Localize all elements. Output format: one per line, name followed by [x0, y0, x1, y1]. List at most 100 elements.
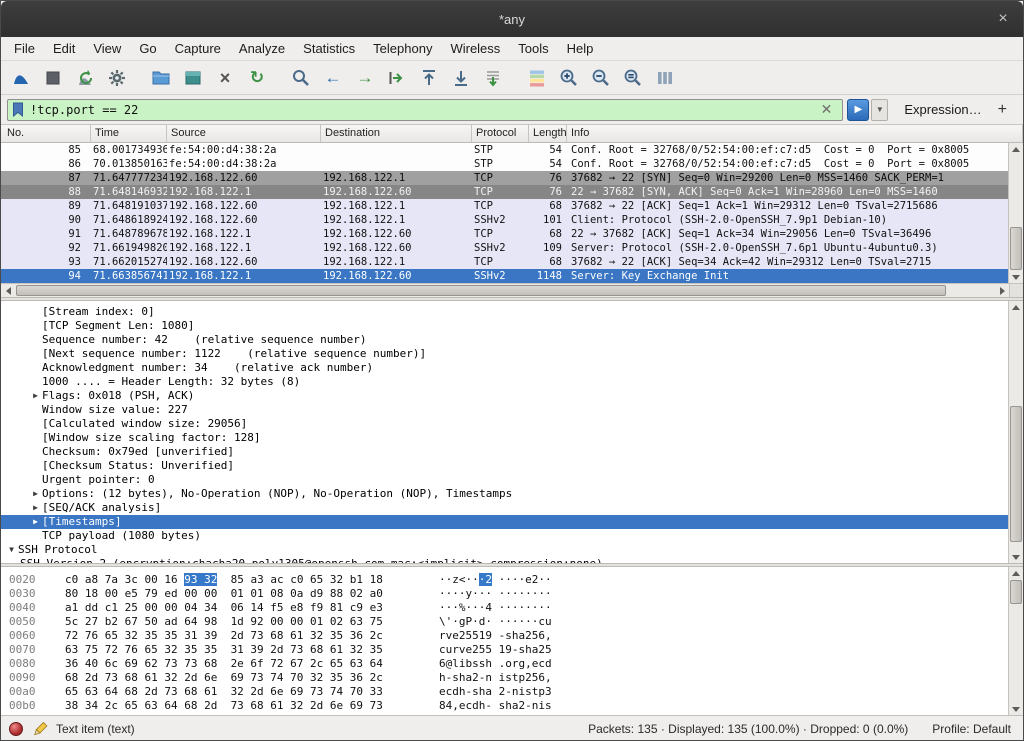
menu-item[interactable]: Help — [558, 38, 603, 59]
expander-icon[interactable] — [29, 403, 42, 417]
close-file-button[interactable]: × — [210, 64, 240, 92]
details-scroll-thumb[interactable] — [1010, 406, 1022, 542]
capture-options-button[interactable] — [102, 64, 132, 92]
profile-button[interactable]: Profile: Default — [932, 722, 1011, 736]
go-last-button[interactable] — [446, 64, 476, 92]
detail-line[interactable]: [TCP Segment Len: 1080] — [1, 319, 1010, 333]
column-header-destination[interactable]: Destination — [321, 125, 472, 142]
menu-item[interactable]: Tools — [509, 38, 557, 59]
hex-row[interactable]: 0080 36 40 6c 69 62 73 73 68 2e 6f 72 67… — [1, 657, 1010, 671]
expander-icon[interactable] — [29, 361, 42, 375]
save-file-button[interactable] — [178, 64, 208, 92]
scroll-down-icon[interactable] — [1009, 703, 1023, 715]
titlebar[interactable]: *any × — [1, 1, 1023, 37]
detail-line[interactable]: ▶ [Timestamps] — [1, 515, 1010, 529]
scroll-down-icon[interactable] — [1009, 551, 1023, 563]
packet-list-hscrollbar[interactable] — [1, 283, 1023, 297]
detail-line[interactable]: [Next sequence number: 1122 (relative se… — [1, 347, 1010, 361]
column-header-info[interactable]: Info — [567, 125, 1023, 142]
detail-line[interactable]: [Stream index: 0] — [1, 305, 1010, 319]
packet-row[interactable]: 93 71.662015274 192.168.122.60 192.168.1… — [1, 255, 1010, 269]
packet-row[interactable]: 94 71.663856741 192.168.122.1 192.168.12… — [1, 269, 1010, 283]
detail-line[interactable]: ▶ Flags: 0x018 (PSH, ACK) — [1, 389, 1010, 403]
scroll-right-icon[interactable] — [995, 284, 1009, 297]
resize-columns-button[interactable] — [650, 64, 680, 92]
hex-scrollbar[interactable] — [1008, 567, 1023, 715]
scroll-up-icon[interactable] — [1009, 567, 1023, 579]
menu-item[interactable]: File — [5, 38, 44, 59]
menu-item[interactable]: Analyze — [230, 38, 294, 59]
add-filter-button[interactable]: + — [996, 101, 1017, 119]
hex-row[interactable]: 0090 68 2d 73 68 61 32 2d 6e 69 73 74 70… — [1, 671, 1010, 685]
scroll-down-icon[interactable] — [1009, 271, 1023, 283]
expander-icon[interactable]: ▶ — [29, 487, 42, 501]
detail-line[interactable]: [Calculated window size: 29056] — [1, 417, 1010, 431]
packet-row[interactable]: 87 71.647777234 192.168.122.60 192.168.1… — [1, 171, 1010, 185]
detail-line[interactable]: [Checksum Status: Unverified] — [1, 459, 1010, 473]
scroll-up-icon[interactable] — [1009, 143, 1023, 155]
open-file-button[interactable] — [146, 64, 176, 92]
zoom-out-button[interactable] — [586, 64, 616, 92]
expander-icon[interactable] — [29, 431, 42, 445]
menu-item[interactable]: Go — [130, 38, 165, 59]
expander-icon[interactable] — [29, 417, 42, 431]
packet-row[interactable]: 92 71.661949820 192.168.122.1 192.168.12… — [1, 241, 1010, 255]
find-packet-button[interactable] — [286, 64, 316, 92]
menu-item[interactable]: Wireless — [441, 38, 509, 59]
column-header-source[interactable]: Source — [167, 125, 321, 142]
expander-icon[interactable]: ▶ — [29, 501, 42, 515]
packet-row[interactable]: 85 68.001734936 fe:54:00:d4:38:2a STP 54… — [1, 143, 1010, 157]
packet-list-scrollbar[interactable] — [1008, 143, 1023, 283]
expander-icon[interactable]: ▶ — [29, 515, 42, 529]
hex-row[interactable]: 0050 5c 27 b2 67 50 ad 64 98 1d 92 00 00… — [1, 615, 1010, 629]
scroll-up-icon[interactable] — [1009, 301, 1023, 313]
hex-row[interactable]: 0070 63 75 72 76 65 32 35 35 31 39 2d 73… — [1, 643, 1010, 657]
go-first-button[interactable] — [414, 64, 444, 92]
expander-icon[interactable]: ▼ — [5, 543, 18, 557]
scroll-left-icon[interactable] — [1, 284, 15, 297]
packet-row[interactable]: 89 71.648191037 192.168.122.60 192.168.1… — [1, 199, 1010, 213]
expander-icon[interactable] — [29, 333, 42, 347]
hex-row[interactable]: 0030 80 18 00 e5 79 ed 00 00 01 01 08 0a… — [1, 587, 1010, 601]
column-header-time[interactable]: Time — [91, 125, 167, 142]
hex-row[interactable]: 0060 72 76 65 32 35 35 31 39 2d 73 68 61… — [1, 629, 1010, 643]
menu-item[interactable]: Statistics — [294, 38, 364, 59]
detail-line[interactable]: Acknowledgment number: 34 (relative ack … — [1, 361, 1010, 375]
go-back-button[interactable]: ← — [318, 64, 348, 92]
menu-item[interactable]: Edit — [44, 38, 84, 59]
column-header-protocol[interactable]: Protocol — [472, 125, 529, 142]
packet-row[interactable]: 90 71.648618924 192.168.122.60 192.168.1… — [1, 213, 1010, 227]
filter-clear-icon[interactable]: ✕ — [815, 101, 839, 118]
expert-info-icon[interactable] — [9, 722, 23, 736]
column-header-no[interactable]: No. — [1, 125, 91, 142]
hex-row[interactable]: 00a0 65 63 64 68 2d 73 68 61 32 2d 6e 69… — [1, 685, 1010, 699]
detail-line[interactable]: Checksum: 0x79ed [unverified] — [1, 445, 1010, 459]
detail-line[interactable]: ▶ Options: (12 bytes), No-Operation (NOP… — [1, 487, 1010, 501]
detail-line[interactable]: Urgent pointer: 0 — [1, 473, 1010, 487]
expression-button[interactable]: Expression… — [904, 102, 981, 117]
packet-row[interactable]: 91 71.648789678 192.168.122.1 192.168.12… — [1, 227, 1010, 241]
expander-icon[interactable] — [7, 557, 20, 563]
menu-item[interactable]: View — [84, 38, 130, 59]
start-capture-button[interactable] — [6, 64, 36, 92]
packet-row[interactable]: 88 71.648146932 192.168.122.1 192.168.12… — [1, 185, 1010, 199]
hex-row[interactable]: 0020 c0 a8 7a 3c 00 16 93 32 85 a3 ac c0… — [1, 573, 1010, 587]
go-to-packet-button[interactable] — [382, 64, 412, 92]
hex-scroll-thumb[interactable] — [1010, 580, 1022, 604]
menu-item[interactable]: Capture — [166, 38, 230, 59]
filter-dropdown-button[interactable]: ▼ — [871, 99, 888, 121]
expander-icon[interactable] — [29, 347, 42, 361]
go-forward-button[interactable]: → — [350, 64, 380, 92]
detail-line[interactable]: TCP payload (1080 bytes) — [1, 529, 1010, 543]
packet-row[interactable]: 86 70.013850163 fe:54:00:d4:38:2a STP 54… — [1, 157, 1010, 171]
capture-comment-pencil-icon[interactable] — [31, 721, 48, 738]
zoom-in-button[interactable] — [554, 64, 584, 92]
expander-icon[interactable] — [29, 459, 42, 473]
reload-file-button[interactable]: ↻ — [242, 64, 272, 92]
hex-row[interactable]: 0040 a1 dd c1 25 00 00 04 34 06 14 f5 e8… — [1, 601, 1010, 615]
expander-icon[interactable]: ▶ — [29, 389, 42, 403]
display-filter-input[interactable]: !tcp.port == 22 ✕ — [7, 99, 843, 121]
detail-line[interactable]: 1000 .... = Header Length: 32 bytes (8) — [1, 375, 1010, 389]
restart-capture-button[interactable] — [70, 64, 100, 92]
zoom-100-button[interactable] — [618, 64, 648, 92]
